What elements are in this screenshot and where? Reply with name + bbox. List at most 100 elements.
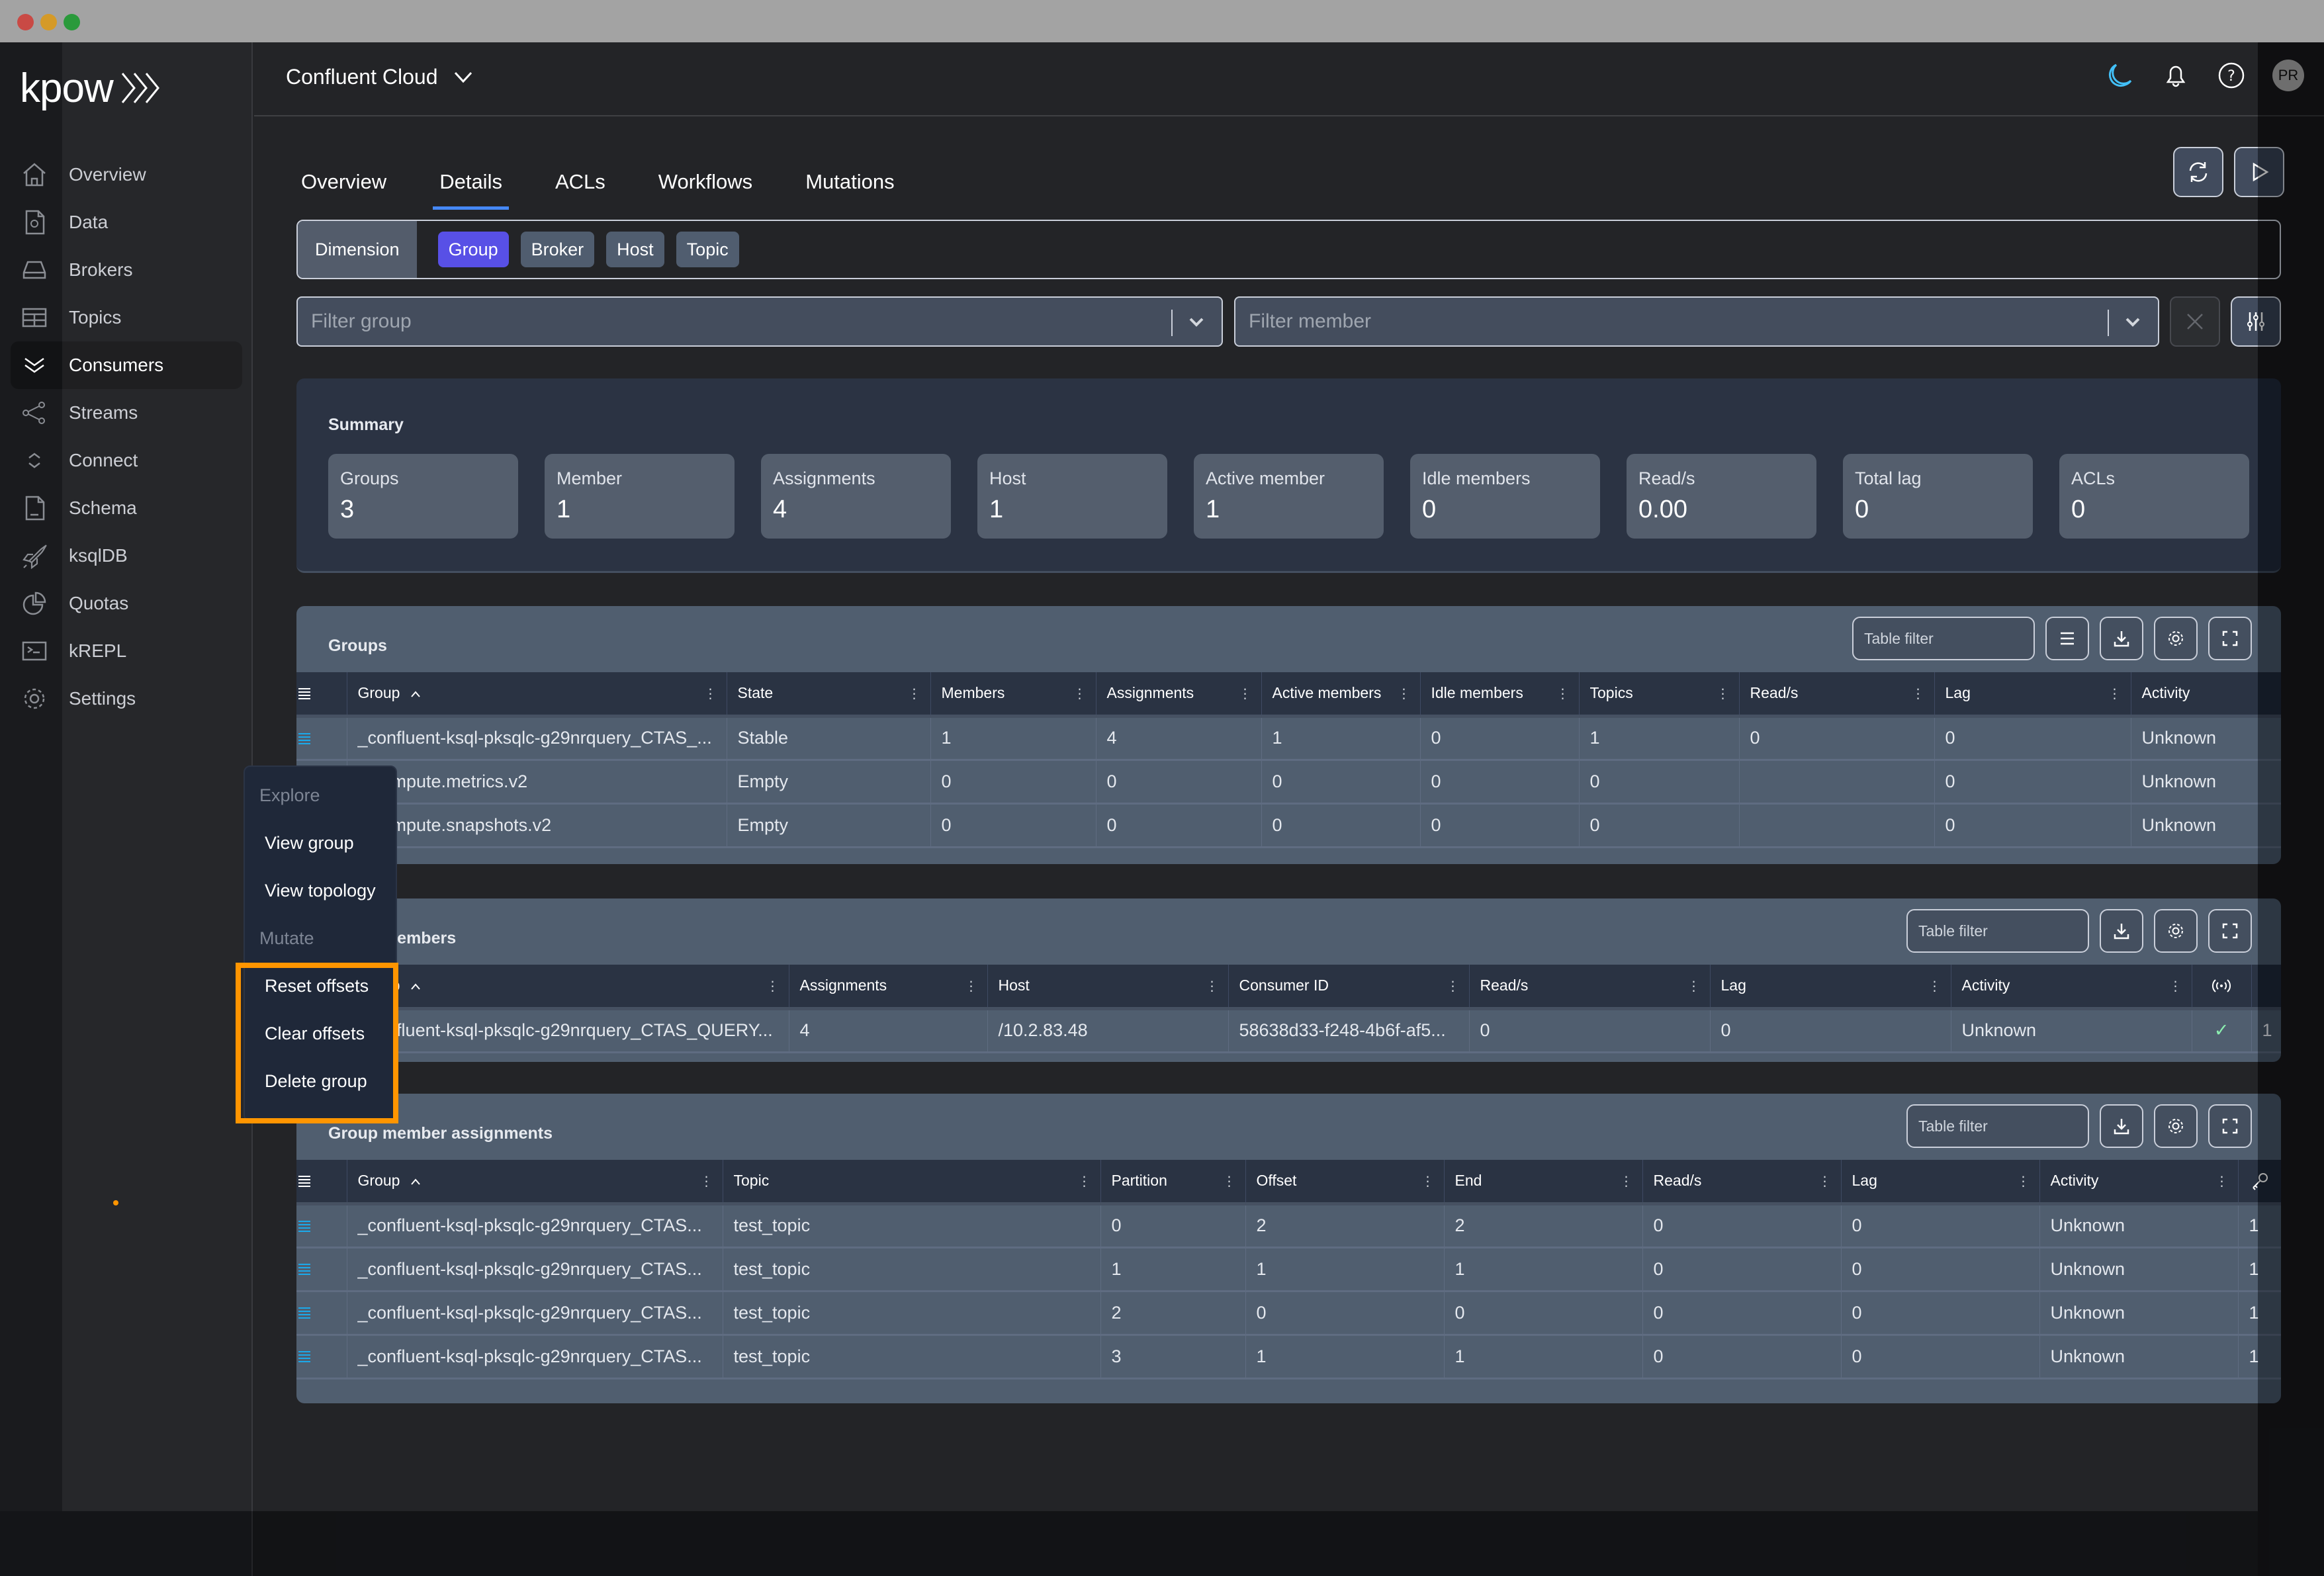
column-header-lag[interactable]: Lag⋮: [1710, 965, 1951, 1008]
column-header-partition[interactable]: Partition⋮: [1100, 1160, 1245, 1204]
table-row[interactable]: _confluent-ksql-pksqlc-g29nrquery_CTAS..…: [296, 1247, 2281, 1291]
sidebar-item-settings[interactable]: Settings: [11, 675, 242, 722]
column-header-offset[interactable]: Offset⋮: [1245, 1160, 1444, 1204]
dimension-option-broker[interactable]: Broker: [521, 232, 595, 267]
settings-button[interactable]: [2154, 909, 2198, 953]
column-menu-icon[interactable]: ⋮: [704, 685, 717, 702]
download-button[interactable]: [2100, 617, 2143, 660]
column-header-assignments[interactable]: Assignments⋮: [789, 965, 987, 1008]
sidebar-item-overview[interactable]: Overview: [11, 151, 242, 198]
column-header-host[interactable]: Host⋮: [987, 965, 1228, 1008]
user-avatar[interactable]: PR: [2272, 60, 2304, 91]
column-header-activity[interactable]: Activity⋮: [1951, 965, 2192, 1008]
column-header-group[interactable]: Group⋮: [347, 965, 789, 1008]
dark-mode-moon-icon[interactable]: [2106, 61, 2135, 90]
dimension-option-group[interactable]: Group: [438, 232, 509, 267]
dimension-option-host[interactable]: Host: [606, 232, 664, 267]
sidebar-item-brokers[interactable]: Brokers: [11, 246, 242, 294]
column-menu-icon[interactable]: ⋮: [1556, 685, 1570, 702]
column-menu-icon[interactable]: ⋮: [2215, 1173, 2229, 1190]
download-button[interactable]: [2100, 1104, 2143, 1148]
column-header-read-s[interactable]: Read/s⋮: [1469, 965, 1710, 1008]
filter-settings-button[interactable]: [2231, 296, 2281, 347]
column-menu-icon[interactable]: ⋮: [1078, 1173, 1091, 1190]
tab-workflows[interactable]: Workflows: [658, 158, 752, 210]
column-menu-icon[interactable]: ⋮: [1398, 685, 1411, 702]
column-menu-icon[interactable]: ⋮: [1447, 978, 1460, 994]
column-menu-icon[interactable]: ⋮: [1073, 685, 1087, 702]
column-menu-icon[interactable]: ⋮: [1223, 1173, 1236, 1190]
column-menu-icon[interactable]: ⋮: [1620, 1173, 1633, 1190]
row-menu-icon[interactable]: [296, 1335, 347, 1378]
menu-item-delete-group[interactable]: Delete group: [265, 1071, 367, 1092]
minimize-window-button[interactable]: [40, 14, 57, 30]
assignments-table-filter-input[interactable]: Table filter: [1906, 1104, 2089, 1148]
sidebar-item-consumers[interactable]: Consumers: [11, 341, 242, 389]
download-button[interactable]: [2100, 909, 2143, 953]
column-header-group[interactable]: Group⋮: [347, 672, 727, 716]
column-header-read-s[interactable]: Read/s⋮: [1642, 1160, 1841, 1204]
notification-bell-icon[interactable]: [2161, 61, 2190, 90]
sidebar-item-ksqldb[interactable]: ksqlDB: [11, 532, 242, 580]
chevron-down-icon[interactable]: [1186, 311, 1207, 332]
table-row[interactable]: _confluent-ksql-pksqlc-g29nrquery_CTAS_Q…: [296, 1008, 2281, 1052]
tab-details[interactable]: Details: [439, 158, 502, 210]
column-menu-icon[interactable]: ⋮: [2169, 978, 2182, 994]
filter-group-input[interactable]: Filter group: [296, 296, 1223, 347]
menu-item-view-topology[interactable]: View topology: [265, 881, 376, 901]
sidebar-item-streams[interactable]: Streams: [11, 389, 242, 437]
menu-item-reset-offsets[interactable]: Reset offsets: [265, 976, 369, 996]
expand-button[interactable]: [2208, 1104, 2252, 1148]
settings-button[interactable]: [2154, 617, 2198, 660]
refresh-button[interactable]: [2173, 147, 2223, 197]
column-menu-icon[interactable]: ⋮: [1912, 685, 1925, 702]
row-menu-icon[interactable]: [296, 1291, 347, 1335]
menu-item-clear-offsets[interactable]: Clear offsets: [265, 1024, 365, 1044]
select-columns-icon[interactable]: [296, 1160, 347, 1204]
tab-acls[interactable]: ACLs: [555, 158, 605, 210]
help-icon[interactable]: ?: [2217, 61, 2246, 90]
play-button[interactable]: [2234, 147, 2284, 197]
column-menu-icon[interactable]: ⋮: [1818, 1173, 1832, 1190]
kpow-logo[interactable]: kpow: [20, 65, 162, 111]
maximize-window-button[interactable]: [64, 14, 80, 30]
table-row[interactable]: _confluent-ksql-pksqlc-g29nrquery_CTAS..…: [296, 1204, 2281, 1247]
column-menu-icon[interactable]: ⋮: [1206, 978, 1219, 994]
close-window-button[interactable]: [17, 14, 34, 30]
column-header-lag[interactable]: Lag⋮: [1934, 672, 2131, 716]
column-header-read-s[interactable]: Read/s⋮: [1739, 672, 1934, 716]
row-menu-icon[interactable]: [296, 1247, 347, 1291]
column-header-activity[interactable]: Activity: [2131, 672, 2281, 716]
column-menu-icon[interactable]: ⋮: [1928, 978, 1942, 994]
dimension-option-topic[interactable]: Topic: [676, 232, 739, 267]
clear-filters-button[interactable]: [2170, 296, 2220, 347]
column-menu-icon[interactable]: ⋮: [965, 978, 978, 994]
expand-button[interactable]: [2208, 909, 2252, 953]
column-header-activity[interactable]: Activity⋮: [2039, 1160, 2238, 1204]
column-menu-icon[interactable]: ⋮: [1717, 685, 1730, 702]
column-menu-icon[interactable]: ⋮: [2017, 1173, 2030, 1190]
settings-button[interactable]: [2154, 1104, 2198, 1148]
column-header-lag[interactable]: Lag⋮: [1841, 1160, 2039, 1204]
sidebar-item-schema[interactable]: Schema: [11, 484, 242, 532]
column-menu-icon[interactable]: ⋮: [766, 978, 780, 994]
sidebar-item-quotas[interactable]: Quotas: [11, 580, 242, 627]
column-header-state[interactable]: State⋮: [727, 672, 930, 716]
column-header-members[interactable]: Members⋮: [930, 672, 1096, 716]
sidebar-item-connect[interactable]: Connect: [11, 437, 242, 484]
column-header-consumer-id[interactable]: Consumer ID⋮: [1228, 965, 1469, 1008]
filter-member-input[interactable]: Filter member: [1234, 296, 2159, 347]
menu-item-view-group[interactable]: View group: [265, 833, 354, 854]
column-header-topics[interactable]: Topics⋮: [1579, 672, 1739, 716]
row-menu-icon[interactable]: [296, 716, 347, 760]
table-row[interactable]: ...compute.metrics.v2Empty000000Unknown: [296, 760, 2281, 803]
column-menu-icon[interactable]: ⋮: [908, 685, 921, 702]
table-row[interactable]: _confluent-ksql-pksqlc-g29nrquery_CTAS..…: [296, 1335, 2281, 1378]
column-menu-icon[interactable]: ⋮: [1421, 1173, 1435, 1190]
column-header-assignments[interactable]: Assignments⋮: [1096, 672, 1261, 716]
column-header-end[interactable]: End⋮: [1444, 1160, 1642, 1204]
groups-table-filter-input[interactable]: Table filter: [1852, 617, 2035, 660]
chevron-down-icon[interactable]: [2122, 311, 2143, 332]
environment-selector[interactable]: Confluent Cloud: [286, 65, 473, 89]
tab-mutations[interactable]: Mutations: [805, 158, 894, 210]
